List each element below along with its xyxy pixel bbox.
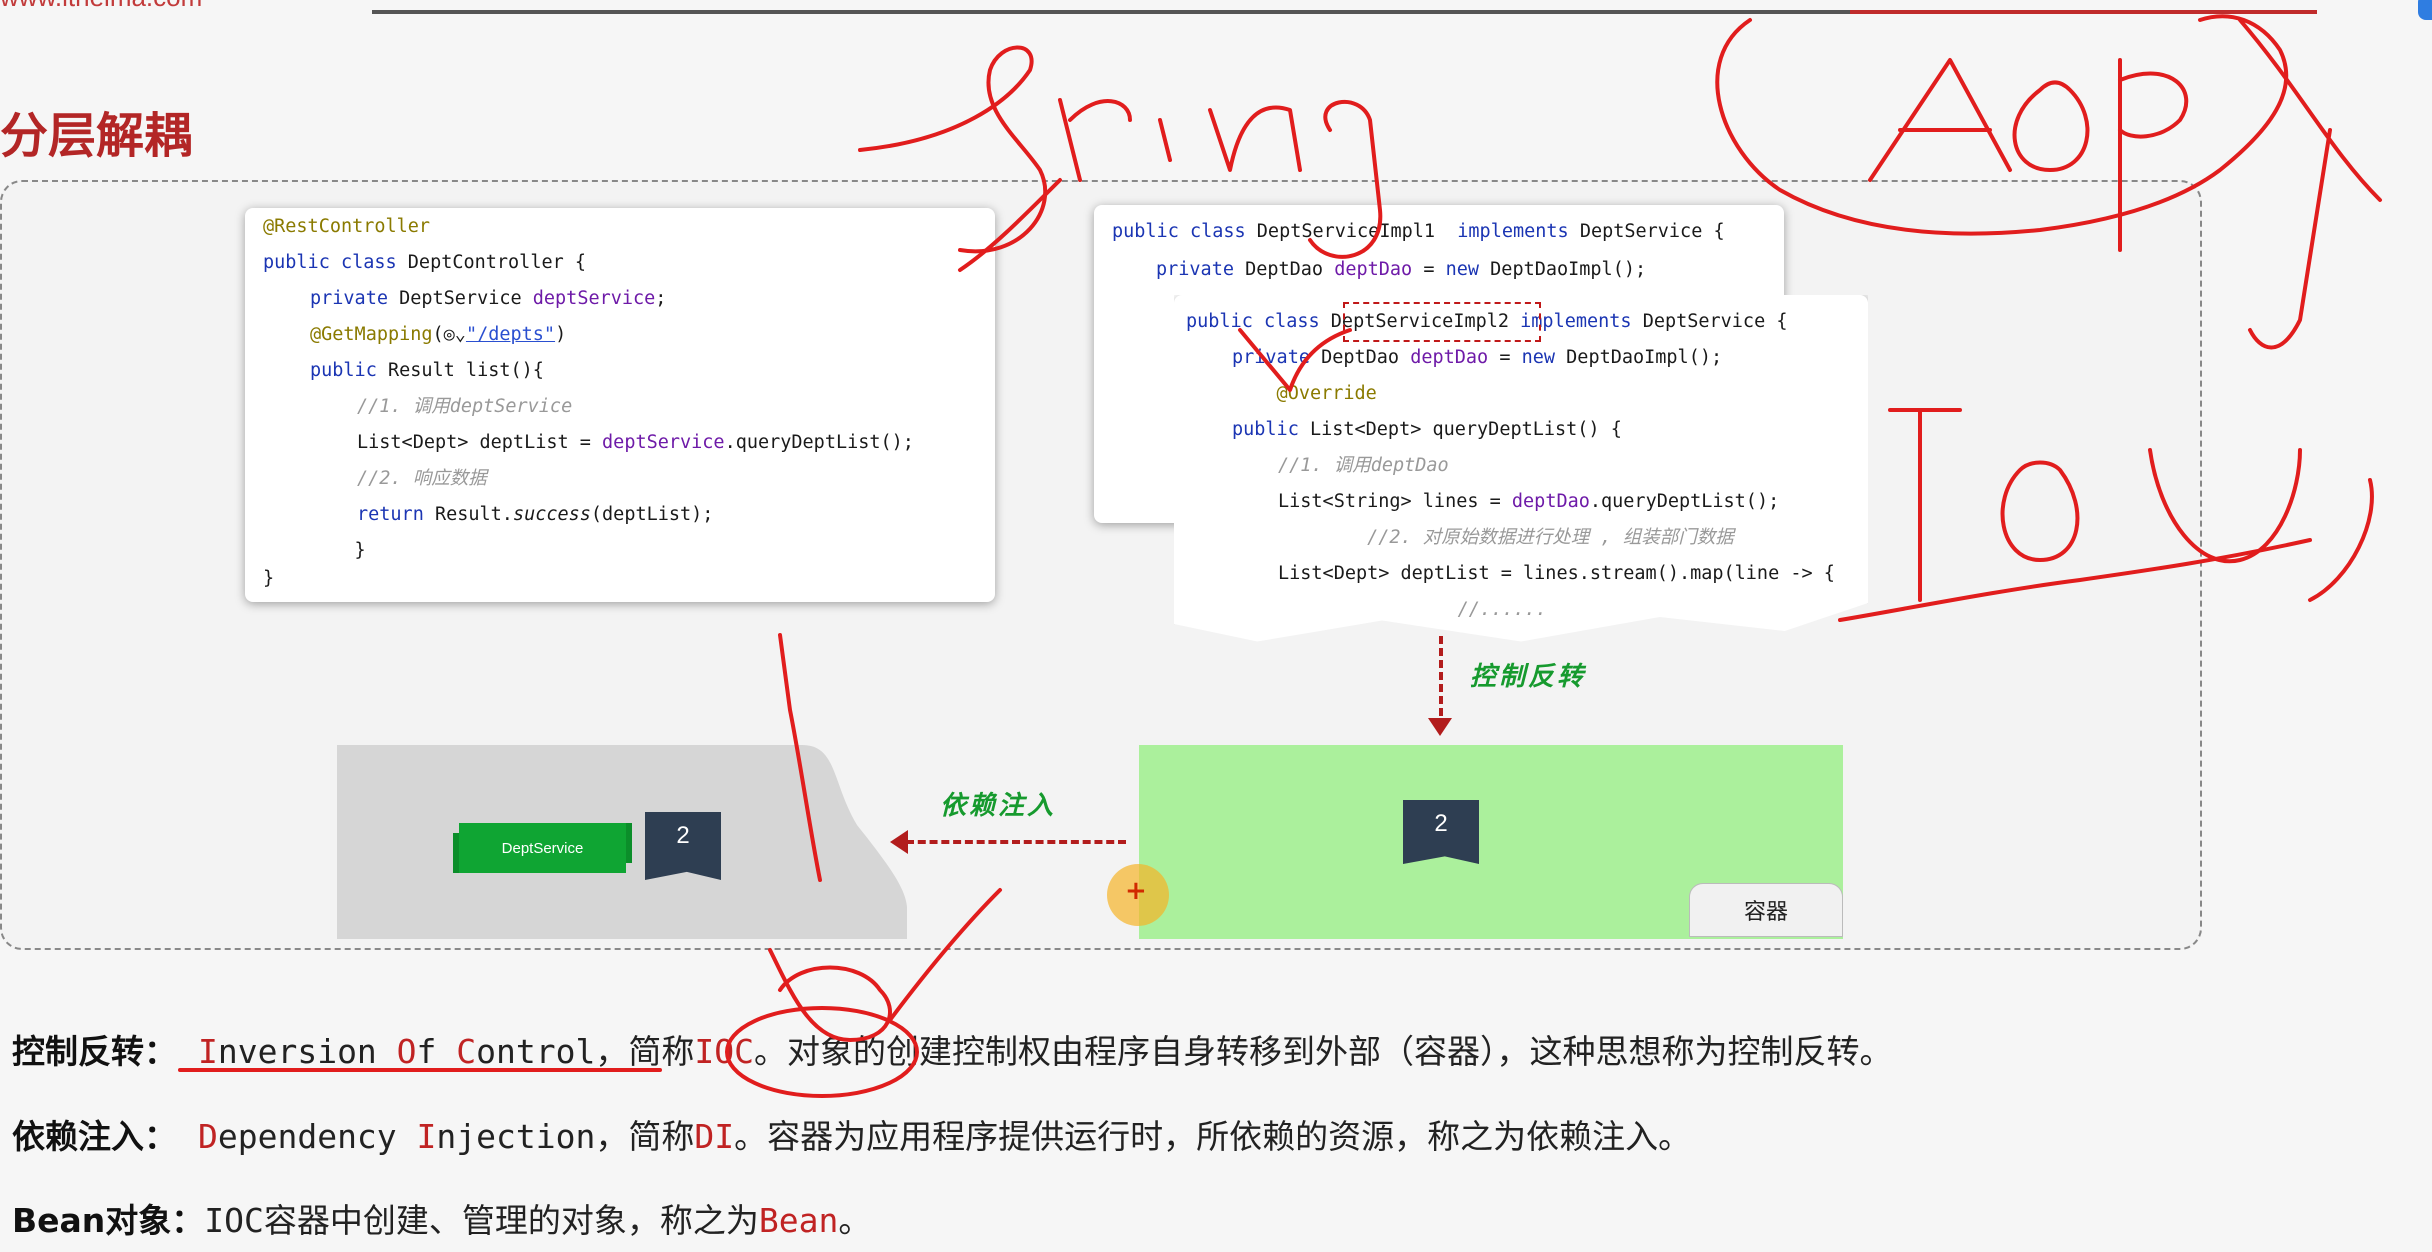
code-line: //1. 调用deptService — [357, 396, 573, 417]
di-en-word: ependency — [217, 1117, 417, 1156]
bean-desc-suffix: 。 — [838, 1201, 872, 1240]
code-line: private DeptDao deptDao = new DeptDaoImp… — [1156, 259, 1647, 280]
di-abbr-prefix: ，简称 — [595, 1117, 695, 1156]
bean-term: Bean对象： — [12, 1201, 205, 1240]
code-line: //2. 响应数据 — [357, 468, 487, 489]
code-line: private DeptDao deptDao = new DeptDaoImp… — [1232, 347, 1723, 368]
ioc-definition: 控制反转： Inversion Of Control，简称IOC。对象的创建控制… — [12, 1027, 1893, 1077]
ioc-en-letter: I — [197, 1032, 218, 1071]
arrow-left-icon — [890, 830, 908, 854]
code-line: return Result.success(deptList); — [357, 504, 714, 525]
arrow-down-icon — [1428, 718, 1452, 736]
container-tab: 容器 — [1689, 883, 1843, 937]
code-line: public Result list(){ — [310, 360, 544, 381]
code-line: @Override — [1232, 383, 1377, 404]
service-impl2-code-card: public class DeptServiceImpl2 implements… — [1174, 295, 1868, 642]
bean-word: Bean — [758, 1201, 839, 1240]
di-definition: 依赖注入： Dependency Injection，简称DI。容器为应用程序提… — [12, 1112, 1691, 1162]
ioc-abbr-prefix: ，简称 — [595, 1032, 695, 1071]
code-line: List<Dept> deptList = lines.stream().map… — [1278, 563, 1835, 584]
logo-text: www.itheima.com — [0, 0, 202, 13]
bean-definition: Bean对象：IOC容器中创建、管理的对象，称之为Bean。 — [12, 1196, 871, 1246]
code-line: @GetMapping(◎⌄"/depts") — [310, 324, 567, 345]
impl2-highlight-box — [1343, 302, 1541, 342]
code-line: private DeptService deptService; — [310, 288, 667, 309]
ioc-en-word: nversion — [217, 1032, 397, 1071]
ioc-en-word: ontrol — [476, 1032, 596, 1071]
code-line: public class DeptServiceImpl1 implements… — [1112, 221, 1725, 242]
document-icon: 2 — [1403, 800, 1479, 864]
dept-service-flag: DeptService — [453, 823, 632, 873]
di-arrow-line — [906, 840, 1126, 844]
code-line: List<String> lines = deptDao.queryDeptLi… — [1278, 491, 1780, 512]
ioc-en-letter: O — [396, 1032, 417, 1071]
ioc-label: 控制反转 — [1470, 662, 1587, 692]
code-line: public class DeptController { — [263, 252, 587, 273]
page-title: 分层解耦 — [0, 108, 193, 164]
code-line: //1. 调用deptDao — [1278, 455, 1449, 476]
ioc-term: 控制反转： — [12, 1032, 177, 1071]
bean-desc: IOC容器中创建、管理的对象，称之为 — [204, 1201, 759, 1240]
cursor-pointer-icon: + — [1107, 864, 1169, 926]
controller-code-card: @RestController public class DeptControl… — [245, 208, 995, 602]
header-bar: www.itheima.com — [0, 0, 2432, 20]
di-en-word: njection — [436, 1117, 596, 1156]
code-line: public List<Dept> queryDeptList() { — [1232, 419, 1622, 440]
header-rule-accent — [1850, 10, 2317, 14]
code-line: List<Dept> deptList = deptService.queryD… — [357, 432, 914, 453]
di-en-letter: I — [416, 1117, 437, 1156]
code-line: } — [263, 568, 275, 589]
code-line: @RestController — [263, 216, 431, 237]
code-line: //2. 对原始数据进行处理 , 组装部门数据 — [1278, 527, 1734, 548]
di-term: 依赖注入： — [12, 1117, 177, 1156]
ioc-abbr: IOC — [694, 1032, 754, 1071]
code-line: } — [310, 540, 366, 561]
di-label: 依赖注入 — [940, 791, 1057, 821]
ioc-en-letter: C — [456, 1032, 477, 1071]
code-line: //...... — [1324, 599, 1547, 620]
di-en-letter: D — [197, 1117, 218, 1156]
corner-badge-icon[interactable] — [2418, 0, 2432, 20]
ioc-desc: 。对象的创建控制权由程序自身转移到外部（容器），这种思想称为控制反转。 — [754, 1032, 1893, 1071]
di-desc: 。容器为应用程序提供运行时，所依赖的资源，称之为依赖注入。 — [734, 1117, 1692, 1156]
document-icon: 2 — [645, 812, 721, 880]
ioc-arrow-line — [1439, 636, 1443, 728]
di-abbr: DI — [694, 1117, 735, 1156]
ioc-en-word: f — [416, 1032, 457, 1071]
